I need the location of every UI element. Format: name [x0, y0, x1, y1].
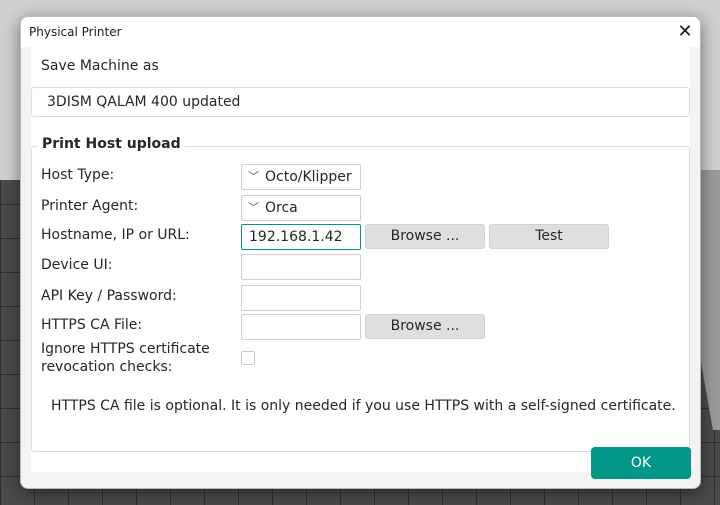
machine-name-input[interactable] [31, 87, 690, 117]
device-ui-input[interactable] [241, 254, 361, 280]
host-type-select[interactable]: ﹀ Octo/Klipper [241, 164, 361, 190]
ok-button[interactable]: OK [591, 447, 691, 479]
https-ca-browse-button[interactable]: Browse ... [365, 314, 485, 339]
https-ca-note: HTTPS CA file is optional. It is only ne… [51, 398, 676, 414]
test-button[interactable]: Test [489, 224, 609, 249]
hostname-browse-button[interactable]: Browse ... [365, 224, 485, 249]
printer-agent-value: Orca [265, 200, 298, 216]
print-host-group: Print Host upload Host Type: ﹀ Octo/Klip… [31, 136, 690, 452]
host-type-value: Octo/Klipper [265, 169, 352, 185]
chevron-down-icon: ﹀ [248, 170, 259, 183]
host-type-label: Host Type: [41, 167, 115, 183]
api-key-label: API Key / Password: [41, 288, 177, 304]
https-ca-file-input[interactable] [241, 314, 361, 340]
close-icon: ✕ [677, 21, 693, 42]
printer-agent-label: Printer Agent: [41, 198, 139, 214]
dialog-title: Physical Printer [29, 25, 122, 39]
save-machine-label: Save Machine as [41, 58, 159, 74]
chevron-down-icon: ﹀ [248, 201, 259, 214]
api-key-input[interactable] [241, 285, 361, 311]
title-bar: Physical Printer ✕ [21, 17, 700, 47]
printer-agent-select[interactable]: ﹀ Orca [241, 195, 361, 221]
physical-printer-dialog: Physical Printer ✕ Save Machine as Print… [20, 16, 701, 489]
https-ca-file-label: HTTPS CA File: [41, 317, 143, 333]
hostname-label: Hostname, IP or URL: [41, 227, 190, 243]
ignore-revocation-checkbox[interactable] [241, 351, 255, 365]
print-host-group-title: Print Host upload [38, 136, 185, 152]
ignore-revocation-label-line2: revocation checks: [41, 359, 173, 375]
dialog-content: Save Machine as Print Host upload Host T… [31, 47, 690, 472]
hostname-input[interactable] [241, 224, 361, 250]
close-button[interactable]: ✕ [670, 17, 700, 47]
device-ui-label: Device UI: [41, 257, 113, 273]
ignore-revocation-label-line1: Ignore HTTPS certificate [41, 341, 210, 357]
